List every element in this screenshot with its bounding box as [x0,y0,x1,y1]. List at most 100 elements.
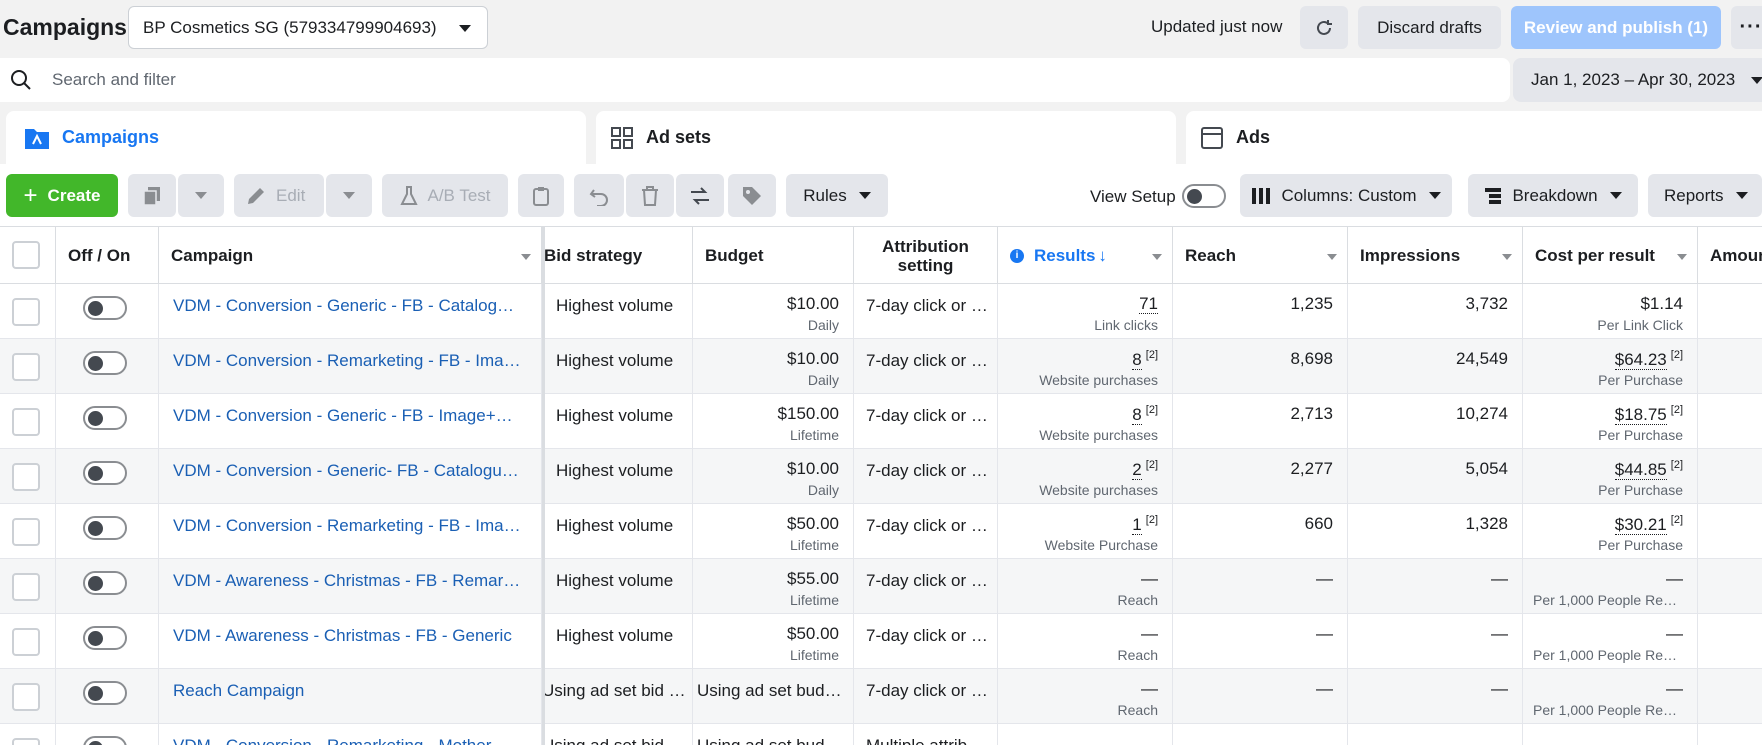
breakdown-label: Breakdown [1512,185,1598,205]
row-toggle-cell [56,449,159,504]
export-button[interactable] [676,174,724,217]
table-row[interactable]: Reach Campaign Using ad set bid strategy U… [0,669,1762,724]
review-publish-button[interactable]: Review and publish (1) [1511,6,1721,49]
table-row[interactable]: VDM - Conversion - Generic - FB - Image+… [0,394,1762,449]
campaign-on-off-toggle[interactable] [83,736,127,745]
col-campaign[interactable]: Campaign [159,227,542,284]
row-checkbox[interactable] [12,408,40,436]
row-checkbox[interactable] [12,518,40,546]
attribution-value: 7-day click or 1-day view [866,296,988,315]
table-row[interactable]: VDM - Conversion - Generic - FB - Catalo… [0,284,1762,339]
reach-cell: 1,235 [1173,284,1348,339]
table-row[interactable]: VDM - Awareness - Christmas - FB - Gener… [0,614,1762,669]
campaign-name-link[interactable]: VDM - Conversion - Generic - FB - Catalo… [173,296,523,316]
search-bar [0,58,1510,102]
row-checkbox[interactable] [12,683,40,711]
budget-cell: $50.00 Lifetime [693,504,854,559]
row-checkbox[interactable] [12,463,40,491]
campaign-name-link[interactable]: VDM - Awareness - Christmas - FB - Gener… [173,626,523,646]
bid-strategy-cell: Highest volume [542,284,693,339]
col-results[interactable]: i Results ↓ [998,227,1173,284]
budget-type: Lifetime [789,427,839,443]
discard-drafts-button[interactable]: Discard drafts [1358,6,1501,49]
cpr-footnote: [2] [1670,349,1683,361]
col-cost-per-result[interactable]: Cost per result [1523,227,1698,284]
cpr-number: $1.14 [1640,294,1683,313]
reports-button[interactable]: Reports [1648,174,1762,217]
tab-campaigns[interactable]: Campaigns [6,111,586,168]
cost-per-result-cell: — Per 1,000 People Reached [1523,614,1698,669]
frozen-column-divider [542,226,545,745]
edit-button[interactable]: Edit [234,174,324,217]
impressions-value: 24,549 [1456,349,1508,368]
campaign-on-off-toggle[interactable] [83,681,127,705]
clipboard-button[interactable] [518,174,564,217]
col-bid-strategy[interactable]: Bid strategy [542,227,693,284]
campaign-on-off-toggle[interactable] [83,571,127,595]
select-all-checkbox[interactable] [12,241,40,269]
campaign-name-link[interactable]: VDM - Conversion - Remarketing - Mother … [173,736,523,745]
campaign-name-link[interactable]: Reach Campaign [173,681,523,701]
table-row[interactable]: VDM - Conversion - Remarketing - Mother … [0,724,1762,745]
row-checkbox[interactable] [12,573,40,601]
columns-button[interactable]: Columns: Custom [1240,174,1452,217]
view-setup-toggle[interactable] [1182,184,1226,208]
duplicate-dropdown-button[interactable] [178,174,224,217]
table-row[interactable]: VDM - Conversion - Remarketing - FB - Im… [0,339,1762,394]
date-range-picker[interactable]: Jan 1, 2023 – Apr 30, 2023 [1513,58,1762,102]
campaign-on-off-toggle[interactable] [83,296,127,320]
col-off-on[interactable]: Off / On [56,227,159,284]
row-checkbox[interactable] [12,298,40,326]
account-selector[interactable]: BP Cosmetics SG (579334799904693) [128,6,488,49]
budget-value: $150.00 [777,404,839,423]
campaign-name-link[interactable]: VDM - Conversion - Generic - FB - Image+… [173,406,523,426]
reach-cell: 660 [1173,504,1348,559]
cpr-value: $44.85 [2] [1614,459,1683,480]
campaign-name-link[interactable]: VDM - Conversion - Remarketing - FB - Im… [173,516,523,536]
pencil-icon [248,187,264,204]
table-row[interactable]: VDM - Awareness - Christmas - FB - Remar… [0,559,1762,614]
tab-ads[interactable]: Ads [1186,111,1762,164]
campaign-on-off-toggle[interactable] [83,351,127,375]
campaign-name-link[interactable]: VDM - Awareness - Christmas - FB - Remar… [173,571,523,591]
tag-button[interactable] [728,174,776,217]
col-budget[interactable]: Budget [693,227,854,284]
create-button[interactable]: + Create [6,174,118,217]
delete-button[interactable] [626,174,674,217]
attribution-value: 7-day click or 1-day view [866,461,988,480]
ab-test-button[interactable]: A/B Test [382,174,508,217]
search-input[interactable] [52,66,1452,94]
duplicate-button[interactable] [128,174,176,217]
edit-dropdown-button[interactable] [326,174,372,217]
reach-cell: 2,713 [1173,394,1348,449]
cpr-number: $44.85 [1614,459,1667,480]
undo-button[interactable] [574,174,624,217]
col-reach[interactable]: Reach [1173,227,1348,284]
cost-per-result-cell: $18.75 [2] Per Purchase [1523,394,1698,449]
table-row[interactable]: VDM - Conversion - Remarketing - FB - Im… [0,504,1762,559]
amount-cell [1698,394,1762,449]
cpr-number: $18.75 [1614,404,1667,425]
campaign-on-off-toggle[interactable] [83,461,127,485]
bid-strategy-cell: Highest volume [542,449,693,504]
col-attribution[interactable]: Attribution setting [854,227,998,284]
more-options-button[interactable]: ··· [1731,6,1762,49]
row-checkbox[interactable] [12,628,40,656]
campaign-on-off-toggle[interactable] [83,626,127,650]
campaigns-table: Off / On Campaign Bid strategy Budget At… [0,226,1762,745]
campaign-on-off-toggle[interactable] [83,516,127,540]
campaign-on-off-toggle[interactable] [83,406,127,430]
rules-button[interactable]: Rules [786,174,888,217]
campaign-name-link[interactable]: VDM - Conversion - Remarketing - FB - Im… [173,351,523,371]
table-row[interactable]: VDM - Conversion - Generic- FB - Catalog… [0,449,1762,504]
breakdown-button[interactable]: Breakdown [1468,174,1638,217]
row-checkbox[interactable] [12,353,40,381]
refresh-button[interactable] [1300,6,1348,49]
col-impressions[interactable]: Impressions [1348,227,1523,284]
attribution-cell: 7-day click or 1-day view [854,614,998,669]
campaign-folder-icon [24,126,50,150]
campaign-name-link[interactable]: VDM - Conversion - Generic- FB - Catalog… [173,461,523,481]
col-amount[interactable]: Amoun [1698,227,1762,284]
tab-ad-sets[interactable]: Ad sets [596,111,1176,164]
row-checkbox[interactable] [12,738,40,745]
